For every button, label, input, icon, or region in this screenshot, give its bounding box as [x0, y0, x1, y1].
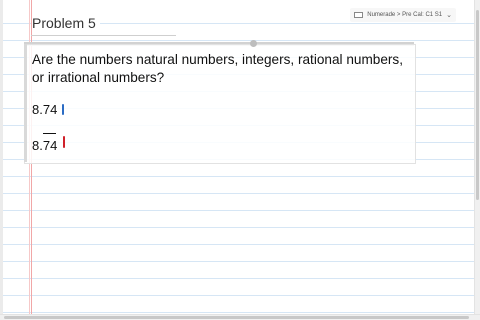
ink-mark-blue [62, 104, 64, 115]
note-page[interactable]: Problem 5 Numerade > Pre Cal: C1 S1 ⌄ Ar… [0, 0, 474, 314]
container-drag-bar[interactable] [24, 44, 27, 162]
title-underline [31, 35, 176, 36]
left-edge [0, 0, 3, 314]
question-text[interactable]: Are the numbers natural numbers, integer… [32, 51, 412, 87]
number-repeating[interactable]: 8.74 [32, 138, 57, 153]
page-title[interactable]: Problem 5 [32, 15, 100, 31]
notebook-breadcrumb[interactable]: Numerade > Pre Cal: C1 S1 ⌄ [350, 8, 456, 22]
ink-mark-red [63, 136, 65, 148]
chevron-down-icon[interactable]: ⌄ [446, 11, 452, 19]
repeating-decimal-bar [43, 133, 56, 134]
number-terminating[interactable]: 8.74 [32, 102, 57, 117]
resize-handle[interactable] [250, 40, 257, 47]
horizontal-scrollbar[interactable] [0, 314, 480, 320]
vertical-scroll-thumb[interactable] [476, 10, 479, 200]
horizontal-scroll-thumb[interactable] [4, 316, 469, 319]
notebook-icon [354, 12, 364, 18]
breadcrumb-path: Numerade > Pre Cal: C1 S1 [367, 12, 443, 18]
vertical-scrollbar[interactable] [474, 0, 480, 320]
